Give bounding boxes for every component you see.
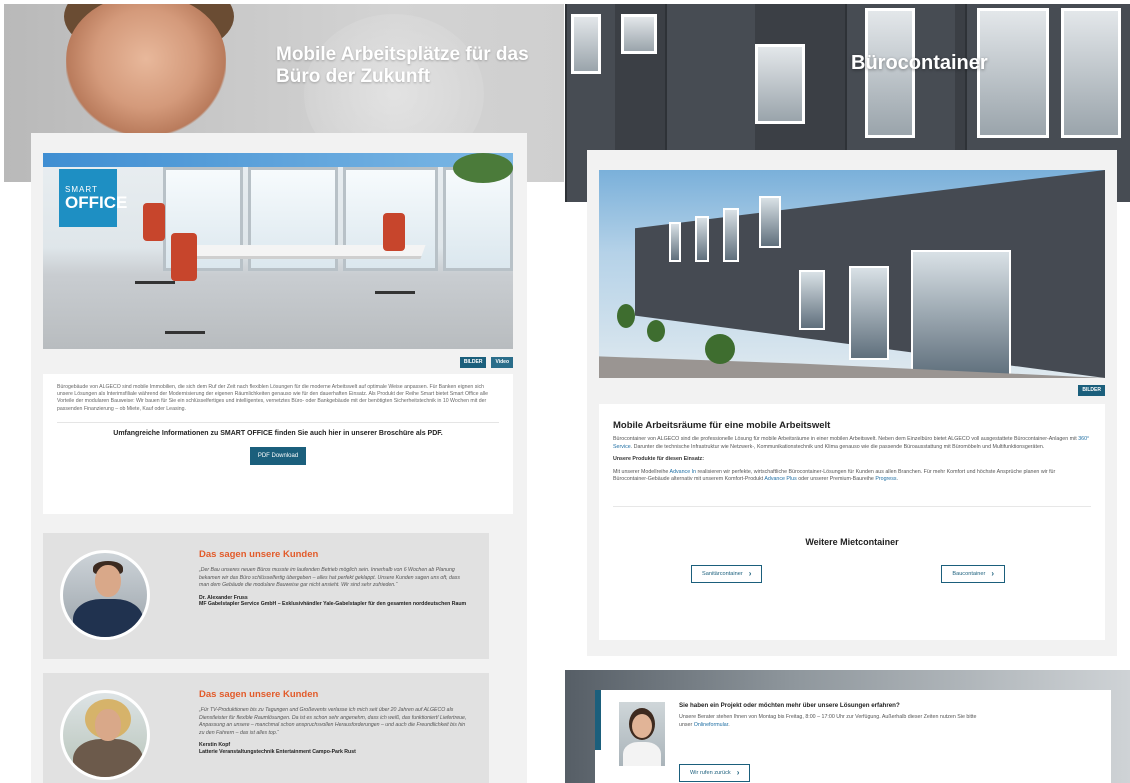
photo-chair-base <box>375 291 415 294</box>
right-page-screenshot: Bürocontainer BILDER Mobile Arbeitsräume… <box>565 4 1130 783</box>
smart-office-logo: SMART OFFICE <box>59 169 128 227</box>
testimonial-author: Dr. Alexander Fruss <box>199 594 248 601</box>
intro-text: . Darunter die technische Infrastruktur … <box>630 443 1045 450</box>
testimonial-card: Das sagen unsere Kunden „Für TV-Produkti… <box>43 673 489 783</box>
contact-question: Sie haben ein Projekt oder möchten mehr … <box>679 702 900 709</box>
chevron-right-icon: › <box>748 568 752 578</box>
pdf-download-button[interactable]: PDF Download <box>250 446 306 465</box>
products-text: . <box>896 476 899 483</box>
right-hero-title: Bürocontainer <box>851 52 988 74</box>
intro-text-block: Bürogebäude von ALGECO sind mobile Immob… <box>43 374 513 514</box>
media-tabs: BILDER Video <box>43 357 513 368</box>
tab-bilder[interactable]: BILDER <box>459 357 487 368</box>
testimonial-company: Latterie Veranstaltungstechnik Entertain… <box>199 748 356 755</box>
link-advance-plus[interactable]: Advance Plus <box>764 476 796 482</box>
facade-window <box>621 14 657 54</box>
products-text: Mit unserer Modellreihe <box>613 468 670 475</box>
photo-window <box>669 222 681 262</box>
sanitaercontainer-label: Sanitärcontainer <box>702 570 743 577</box>
photo-chair <box>383 213 405 251</box>
testimonial-quote: „Für TV-Produktionen bis zu Tagungen und… <box>199 707 467 736</box>
photo-chair <box>143 203 165 241</box>
photo-tree <box>453 153 513 183</box>
facade-window <box>1061 8 1121 138</box>
tab-bilder[interactable]: BILDER <box>1078 385 1105 396</box>
facade-window <box>571 14 601 74</box>
intro-paragraph: Bürogebäude von ALGECO sind mobile Immob… <box>57 384 488 412</box>
chevron-right-icon: › <box>991 568 994 578</box>
photo-shrub <box>617 304 635 328</box>
photo-sky <box>43 153 513 167</box>
photo-window <box>759 196 781 248</box>
testimonial-card: Das sagen unsere Kunden „Der Bau unseres… <box>43 533 489 659</box>
section-title: Mobile Arbeitsräume für eine mobile Arbe… <box>613 420 831 431</box>
testimonial-company: MF Gabelstapler Service GmbH – Exklusivh… <box>199 601 467 608</box>
contact-info: Unsere Berater stehen Ihnen von Montag b… <box>679 714 979 729</box>
left-hero-title: Mobile Arbeitsplätze für das Büro der Zu… <box>276 44 529 87</box>
contact-card: Sie haben ein Projekt oder möchten mehr … <box>595 690 1111 783</box>
photo-chair-base <box>135 281 175 284</box>
baucontainer-button[interactable]: Baucontainer › <box>941 564 1005 583</box>
photo-chair-base <box>165 331 205 334</box>
intro-paragraph: Bürocontainer von ALGECO sind die profes… <box>613 436 1091 451</box>
photo-chair <box>171 233 197 281</box>
more-containers-title: Weitere Mietcontainer <box>805 536 899 547</box>
photo-window <box>849 266 889 360</box>
photo-window <box>695 216 709 262</box>
photo-window <box>911 250 1011 378</box>
tab-video[interactable]: Video <box>491 357 513 368</box>
testimonial-quote: „Der Bau unseres neuen Büros musste im l… <box>199 567 460 589</box>
callback-label: Wir rufen zurück <box>690 770 731 776</box>
testimonial-heading: Das sagen unsere Kunden <box>199 549 319 560</box>
hero-person-image <box>66 4 226 136</box>
contact-text: . <box>728 721 730 728</box>
smart-office-card: SMART OFFICE BILDER Video Bürogebäude vo… <box>31 133 527 783</box>
office-photo-slider[interactable]: SMART OFFICE <box>43 153 513 349</box>
baucontainer-label: Baucontainer <box>952 570 986 577</box>
online-form-link[interactable]: Onlineformular <box>694 722 728 728</box>
photo-shrub <box>705 334 735 364</box>
facade-window <box>755 44 805 124</box>
products-text: oder unserer Premium-Baureihe <box>796 476 876 483</box>
link-progress[interactable]: Progress <box>875 476 896 482</box>
intro-text: Bürocontainer von ALGECO sind die profes… <box>613 436 1079 442</box>
avatar <box>60 690 150 780</box>
contact-banner: Sie haben ein Projekt oder möchten mehr … <box>565 670 1130 783</box>
divider <box>57 421 499 423</box>
smart-office-logo-bottom: OFFICE <box>65 193 128 212</box>
chevron-right-icon: › <box>736 768 740 777</box>
photo-window <box>723 208 739 262</box>
sanitaercontainer-button[interactable]: Sanitärcontainer › <box>691 564 763 583</box>
consultant-photo <box>619 702 665 766</box>
buerocontainer-card: BILDER Mobile Arbeitsräume für eine mobi… <box>587 150 1117 656</box>
callback-button[interactable]: Wir rufen zurück › <box>679 764 751 782</box>
products-paragraph: Mit unserer Modellreihe Advance In reali… <box>613 469 1091 484</box>
products-label: Unsere Produkte für diesen Einsatz: <box>613 456 704 463</box>
testimonial-heading: Das sagen unsere Kunden <box>199 689 319 700</box>
info-text-box: Mobile Arbeitsräume für eine mobile Arbe… <box>599 404 1105 640</box>
testimonial-author: Kerstin Kopf <box>199 742 231 749</box>
photo-shrub <box>647 320 665 342</box>
brochure-text: Umfangreiche Informationen zu SMART OFFI… <box>113 429 443 437</box>
link-advance-in[interactable]: Advance In <box>670 469 697 475</box>
avatar <box>60 550 150 640</box>
left-page-screenshot: Mobile Arbeitsplätze für das Büro der Zu… <box>4 4 564 783</box>
media-tabs: BILDER <box>599 385 1105 396</box>
accent-bar <box>595 690 601 750</box>
building-photo-slider[interactable] <box>599 170 1105 378</box>
photo-window <box>799 270 825 330</box>
container-links: Sanitärcontainer › Baucontainer › <box>613 564 1091 583</box>
divider <box>613 505 1091 507</box>
